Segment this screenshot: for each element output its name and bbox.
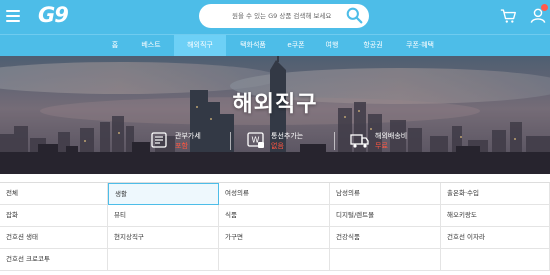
won-lock-icon: W [247,132,264,148]
search-icon[interactable] [346,7,363,24]
category-item[interactable]: 식품 [219,205,330,227]
nav-item-best[interactable]: 베스트 [133,35,169,57]
category-item[interactable]: 여성의류 [219,183,330,205]
cart-icon[interactable] [500,8,517,24]
nav-item-special[interactable]: 택화석품 [231,35,275,57]
badge-label: 해외배송비 [375,132,408,140]
receipt-icon [151,132,167,148]
truck-icon [350,134,369,148]
nav-item-home[interactable]: 홈 [104,35,126,57]
nav-item-coupon-benefit[interactable]: 쿠폰·혜택 [398,35,442,57]
badge-value: 없음 [271,142,284,150]
divider [334,132,335,150]
nav-item-travel[interactable]: 여행 [318,35,346,57]
nav-item-flight[interactable]: 항공권 [356,35,390,57]
category-item[interactable]: 잡화 [0,205,108,227]
divider [230,132,231,150]
empty-cell [219,249,330,271]
category-item[interactable]: 생활 [108,183,219,205]
hero-title: 해외직구 [232,92,318,117]
category-item[interactable]: 건호선 크로코투 [0,249,108,271]
category-item[interactable]: 출온화·수입 [441,183,550,205]
category-item[interactable]: 현지상직구 [108,227,219,249]
badge-label: 관부가세 [175,132,201,140]
empty-cell [330,249,441,271]
nav-item-ecoupon[interactable]: e쿠폰 [281,35,311,57]
category-item[interactable]: 가구면 [219,227,330,249]
menu-icon[interactable] [6,10,20,22]
category-item[interactable]: 남성의류 [330,183,441,205]
category-item[interactable]: 디지털/렌트몰 [330,205,441,227]
logo[interactable]: G9 [38,3,69,27]
badge-value: 무료 [375,142,388,150]
badge-customs-tax: 관부가세 포함 [150,130,220,152]
empty-cell [441,249,550,271]
badge-extra-charge: W 통선추가는 없음 [246,130,326,152]
category-item[interactable]: 뷰티 [108,205,219,227]
category-grid: 전체 생활 여성의류 남성의류 출온화·수입 잡화 뷰티 식품 디지털/렌트몰 … [0,182,550,275]
hero-banner: 해외직구 관부가세 포함 W 통선추가는 없음 해외배송비 무료 [0,56,550,174]
search-bar[interactable]: 원을 수 있는 G9 상품 검색해 보세요 [199,4,369,28]
category-item[interactable]: 건호션 생태 [0,227,108,249]
top-bar: G9 원을 수 있는 G9 상품 검색해 보세요 [0,0,550,34]
search-input[interactable]: 원을 수 있는 G9 상품 검색해 보세요 [232,10,331,20]
category-item[interactable]: 해오키랑도 [441,205,550,227]
category-item[interactable]: 건호선 이자라 [441,227,550,249]
nav-item-overseas[interactable]: 해외직구 [174,35,226,57]
empty-cell [108,249,219,271]
badge-label: 통선추가는 [271,132,304,140]
badge-value: 포함 [175,142,188,150]
main-nav: 홈 베스트 해외직구 택화석품 e쿠폰 여행 항공권 쿠폰·혜택 [0,34,550,57]
badge-shipping: 해외배송비 무료 [350,130,430,152]
category-item[interactable]: 전체 [0,183,108,205]
category-item[interactable]: 건강식품 [330,227,441,249]
notification-badge [541,4,548,11]
